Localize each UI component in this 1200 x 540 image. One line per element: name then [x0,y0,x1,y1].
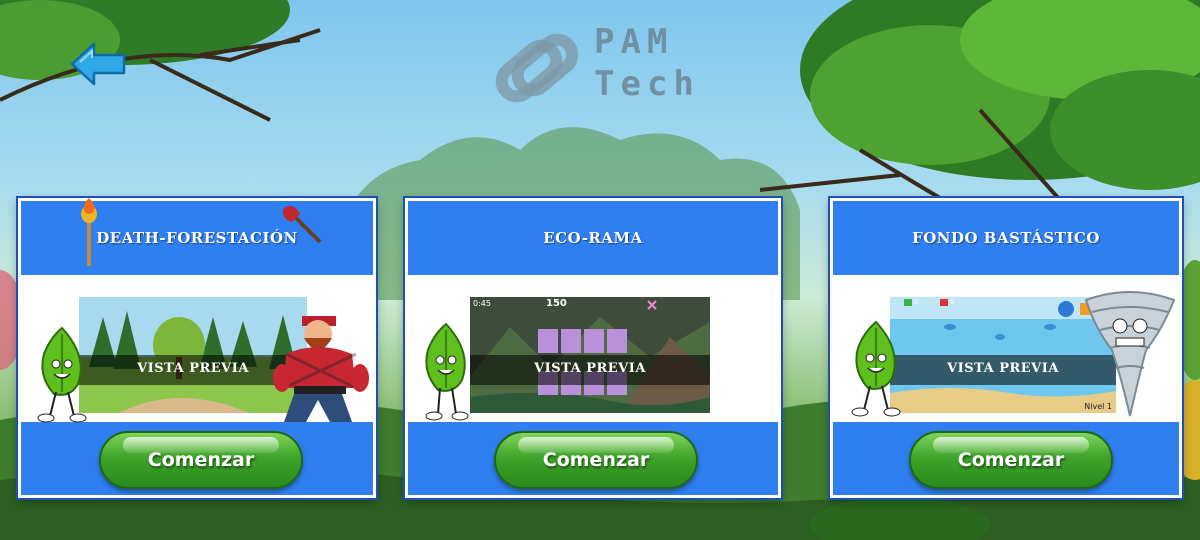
leaf-mascot [425,322,469,421]
leaf-mascot [851,320,901,417]
timer-readout: 0:45 [473,299,491,308]
back-button[interactable] [68,40,130,92]
start-button-label: Comenzar [957,449,1065,471]
game-title: DEATH-FORESTACIÓN [96,229,298,247]
logo-text-pam: PAM [594,22,674,62]
game-title: FONDO BASTÁSTICO [912,229,1100,247]
counter-a: 0 [914,298,919,306]
score-readout: 150 [546,298,567,309]
preview-label: VISTA PREVIA [534,361,646,376]
match-icon [81,198,97,266]
start-button[interactable]: Comenzar [99,431,303,489]
tornado-character [1084,291,1176,417]
leaf-mascot [37,326,87,423]
game-preview[interactable]: 0:45 150 VISTA PREVIA [470,297,710,413]
game-title: ECO-RAMA [543,229,643,247]
lumberjack-character [273,316,369,422]
left-arrow-icon [70,42,126,86]
pam-tech-logo: PAM Tech [492,20,722,115]
start-button[interactable]: Comenzar [909,431,1113,489]
start-button-label: Comenzar [147,449,255,471]
card-header: ECO-RAMA [408,201,778,275]
start-button-label: Comenzar [542,449,650,471]
logo-text-tech: Tech [594,64,700,104]
card-header: FONDO BASTÁSTICO [833,201,1179,275]
start-button[interactable]: Comenzar [494,431,698,489]
infinity-link-icon [495,33,579,103]
axe-icon [283,206,322,244]
counter-b: 0 [950,298,955,306]
